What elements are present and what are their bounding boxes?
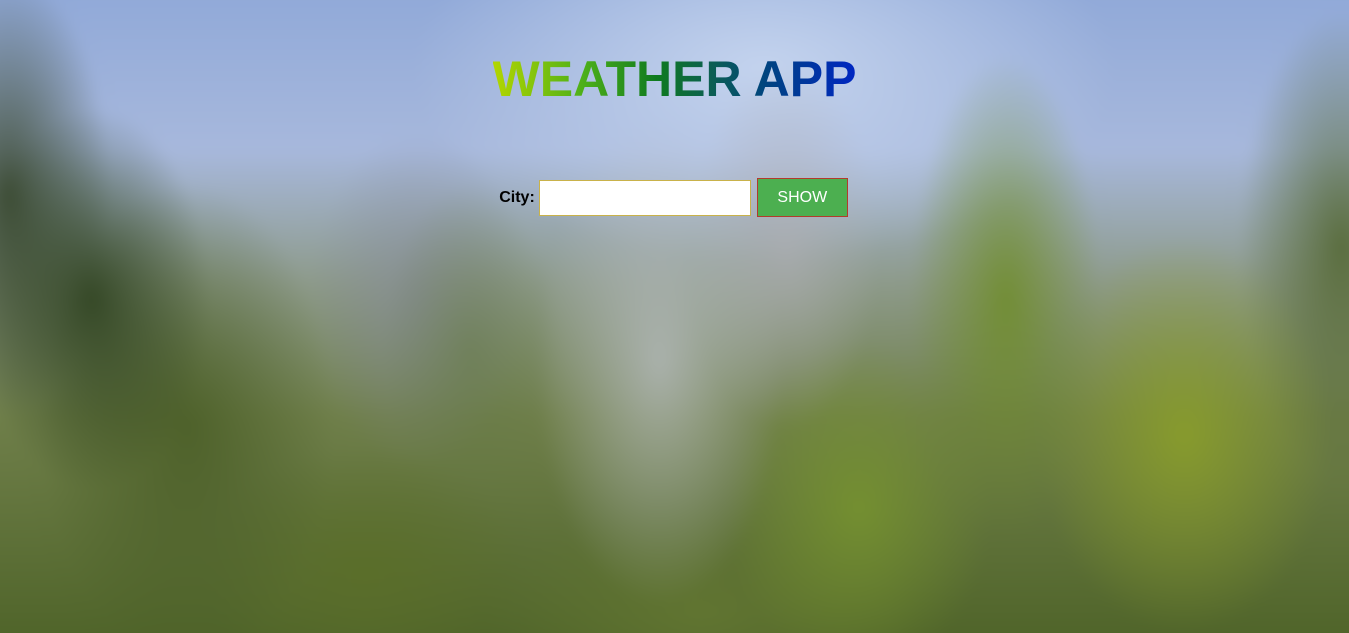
weather-app-page: WEATHER APP City: SHOW bbox=[0, 0, 1349, 633]
main-content: WEATHER APP City: SHOW bbox=[0, 0, 1349, 633]
city-label: City: bbox=[499, 188, 535, 206]
city-input[interactable] bbox=[538, 179, 751, 216]
city-search-form: City: SHOW bbox=[0, 178, 1349, 217]
page-title: WEATHER APP bbox=[0, 50, 1349, 108]
page-title-text: WEATHER APP bbox=[492, 51, 857, 107]
show-button[interactable]: SHOW bbox=[756, 178, 848, 217]
